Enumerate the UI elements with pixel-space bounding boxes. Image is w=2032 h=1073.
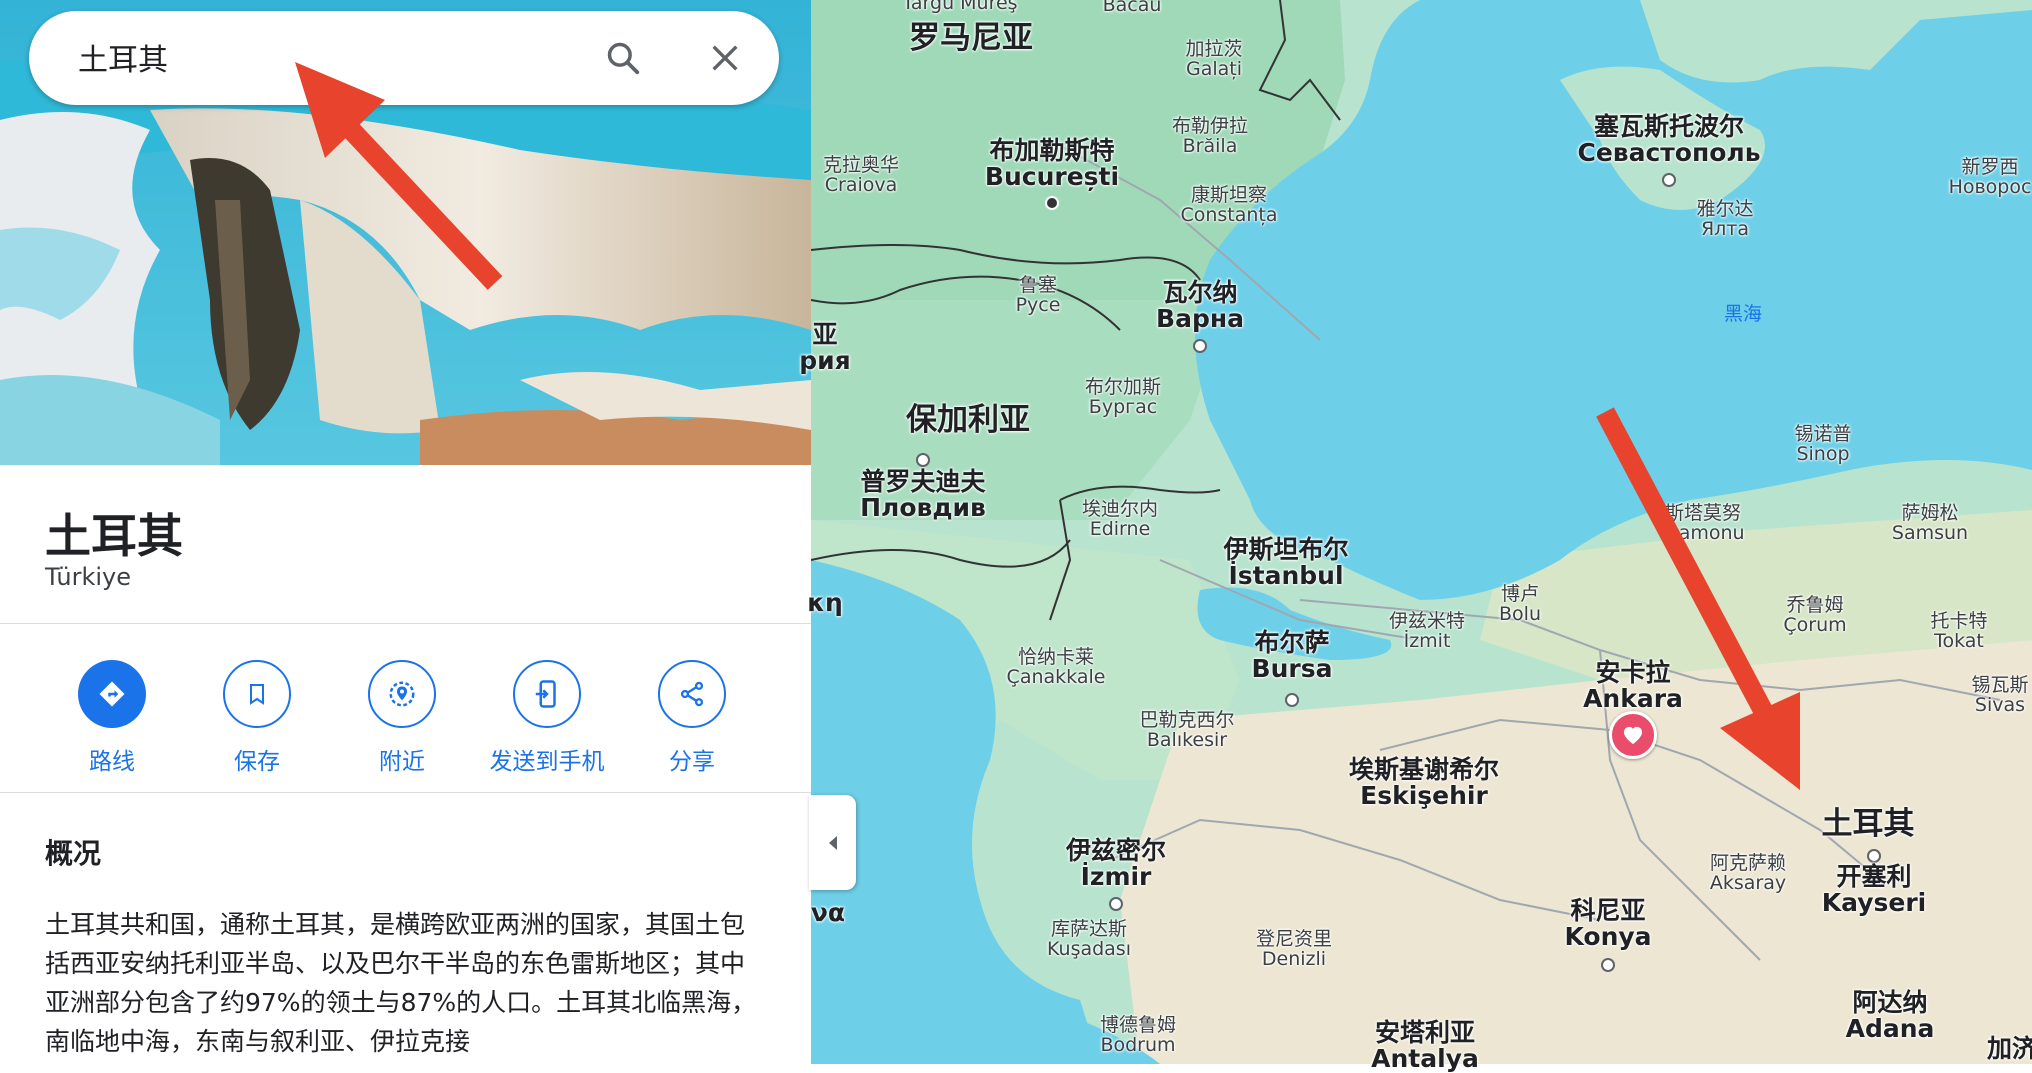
map-label-city: 伊斯坦布尔 İstanbul <box>1223 535 1349 591</box>
action-label: 发送到手机 <box>489 749 605 775</box>
map-label: 加拉茨 Galați <box>1185 38 1243 80</box>
share-button[interactable]: 分享 <box>627 660 757 776</box>
city-marker[interactable] <box>1109 897 1123 911</box>
map-label-city: 塞瓦斯托波尔 Севастополь <box>1577 112 1761 168</box>
map-label: 乔鲁姆 Çorum <box>1783 594 1847 636</box>
map-label-city: 科尼亚 Konya <box>1564 896 1652 952</box>
city-marker[interactable] <box>1193 339 1207 353</box>
map-label-city: 布加勒斯特 București <box>984 136 1120 192</box>
map-label: 库萨达斯 Kuşadası <box>1047 918 1131 960</box>
divider <box>0 792 811 793</box>
map-label: να <box>810 898 846 927</box>
map-label: 恰纳卡莱 Çanakkale <box>1006 646 1106 688</box>
map-label: 锡瓦斯 Sivas <box>1971 674 2029 716</box>
place-panel: 土耳其 土耳其 Türkiye 路线 保存 附近 发送到手机 分享 概况 土耳其… <box>0 0 811 1064</box>
directions-button[interactable]: 路线 <box>47 660 177 776</box>
map-label: 鲁塞 Русе <box>1015 274 1061 316</box>
bookmark-icon <box>223 660 291 728</box>
divider <box>0 623 811 624</box>
map-label: 锡诺普 Sinop <box>1794 423 1852 465</box>
send-to-phone-button[interactable]: 发送到手机 <box>482 660 612 776</box>
search-box[interactable]: 土耳其 <box>29 11 779 105</box>
search-icon[interactable] <box>600 35 646 81</box>
map-label: 克拉奥华 Craiova <box>822 154 900 196</box>
map-label-city: 阿达纳 Adana <box>1845 988 1935 1044</box>
nearby-icon <box>368 660 436 728</box>
map-label-city: 瓦尔纳 Варна <box>1156 278 1244 334</box>
overview-text: 土耳其共和国，通称土耳其，是横跨欧亚两洲的国家，其国土包括西亚安纳托利亚半岛、以… <box>45 910 757 1056</box>
map-label: 托卡特 Tokat <box>1930 610 1988 652</box>
map-label-city: 埃斯基谢希尔 Eskişehir <box>1348 755 1500 811</box>
map-label: 康斯坦察 Constanța <box>1180 184 1278 226</box>
sea-label: 黑海 <box>1723 303 1763 325</box>
overview-heading: 概况 <box>45 837 102 870</box>
share-icon <box>658 660 726 728</box>
search-input[interactable]: 土耳其 <box>78 35 168 79</box>
map-label: 巴勒克西尔 Balıkesir <box>1139 709 1235 751</box>
close-icon[interactable] <box>702 35 748 81</box>
nearby-button[interactable]: 附近 <box>337 660 467 776</box>
favorite-place-pin[interactable] <box>1609 711 1657 759</box>
heart-icon <box>1623 726 1643 745</box>
collapse-panel-button[interactable] <box>809 795 856 890</box>
save-button[interactable]: 保存 <box>192 660 322 776</box>
map-label-city: 布尔萨 Bursa <box>1251 628 1333 684</box>
place-title: 土耳其 <box>45 509 183 563</box>
city-marker[interactable] <box>1285 693 1299 707</box>
map-label-city: 安塔利亚 Antalya <box>1371 1018 1479 1073</box>
map-label: 雅尔达 Ялта <box>1696 198 1754 240</box>
city-marker[interactable] <box>1867 849 1881 863</box>
map-label: 伊兹米特 İzmit <box>1388 610 1466 652</box>
map-label-country: 保加利亚 <box>906 402 1030 438</box>
city-marker[interactable] <box>1045 196 1059 210</box>
map-label-city: 开塞利 Kayseri <box>1821 862 1927 918</box>
map-label: 亚 рия <box>799 320 851 376</box>
map-label: 埃迪尔内 Edirne <box>1081 498 1159 540</box>
place-native-name: Türkiye <box>45 563 131 591</box>
map-label-city: 普罗夫迪夫 Пловдив <box>860 467 986 523</box>
map-label: 布尔加斯 Бургас <box>1084 376 1162 418</box>
map-label-city: 伊兹密尔 İzmir <box>1065 836 1167 892</box>
map-label: 博德鲁姆 Bodrum <box>1099 1014 1177 1056</box>
map-label: κη <box>807 588 843 617</box>
map-label: 布勒伊拉 Brăila <box>1171 115 1249 157</box>
map-label: Targu Mureş <box>902 0 1018 14</box>
send-to-phone-icon <box>513 660 581 728</box>
chevron-left-icon <box>828 835 837 850</box>
action-label: 分享 <box>669 749 715 775</box>
map-label-city: 安卡拉 Ankara <box>1583 658 1683 714</box>
action-label: 附近 <box>379 749 425 775</box>
map-label: Bacău <box>1102 0 1162 16</box>
city-marker[interactable] <box>916 453 930 467</box>
map-label: 博卢 Bolu <box>1499 583 1541 625</box>
map-label: 加济 <box>1986 1034 2032 1063</box>
map-label: 斯塔莫努 stamonu <box>1661 502 1745 544</box>
map-label: 阿克萨赖 Aksaray <box>1709 852 1787 894</box>
map-label: 萨姆松 Samsun <box>1891 502 1969 544</box>
map-label-country: 罗马尼亚 <box>909 20 1033 56</box>
map-label-country: 土耳其 <box>1821 806 1915 842</box>
city-marker[interactable] <box>1601 958 1615 972</box>
map-label: 登尼资里 Denizli <box>1255 928 1333 970</box>
map-label: 新罗西 Новорос <box>1948 156 2032 198</box>
city-marker[interactable] <box>1662 173 1676 187</box>
action-label: 保存 <box>234 749 280 775</box>
action-label: 路线 <box>89 749 135 775</box>
directions-icon <box>78 660 146 728</box>
